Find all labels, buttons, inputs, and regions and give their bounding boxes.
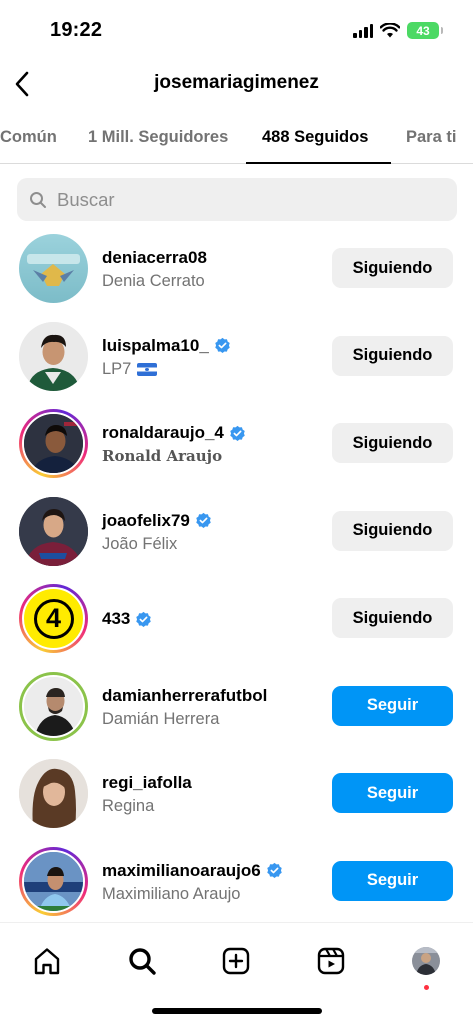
list-item[interactable]: 4 433 Siguiendo	[0, 576, 473, 664]
avatar[interactable]	[19, 409, 88, 478]
username-text[interactable]: luispalma10_	[102, 336, 209, 356]
avatar[interactable]	[19, 846, 88, 916]
list-item[interactable]: damianherrerafutbol Damián Herrera Segui…	[0, 664, 473, 752]
username-text[interactable]: regi_iafolla	[102, 773, 192, 793]
avatar-image	[27, 254, 80, 286]
avatar[interactable]	[19, 234, 88, 303]
active-tab-indicator	[246, 162, 391, 164]
list-item[interactable]: ronaldaraujo_4 Ronald Araujo Siguiendo	[0, 401, 473, 489]
username-text[interactable]: ronaldaraujo_4	[102, 423, 224, 443]
avatar-image	[19, 759, 88, 828]
avatar-image	[19, 321, 88, 391]
avatar[interactable]	[19, 496, 88, 566]
username-text[interactable]: maximilianoaraujo6	[102, 861, 261, 881]
following-button[interactable]: Siguiendo	[332, 248, 453, 288]
status-icons: 43	[353, 22, 443, 39]
reels-icon	[317, 947, 345, 975]
follow-button[interactable]: Seguir	[332, 685, 453, 726]
nav-create[interactable]	[212, 937, 260, 985]
profile-avatar-image	[412, 947, 440, 975]
username[interactable]: maximilianoaraujo6	[102, 860, 283, 882]
notification-dot	[424, 985, 429, 990]
avatar[interactable]: 4	[19, 584, 88, 653]
create-icon	[222, 947, 250, 975]
search-icon	[129, 948, 156, 975]
avatar[interactable]	[19, 759, 88, 828]
username[interactable]: 433	[102, 608, 152, 630]
verified-badge-icon	[230, 425, 245, 441]
full-name: LP7	[102, 360, 231, 379]
verified-badge-icon	[196, 512, 211, 528]
avatar-logo-text: 4	[45, 603, 62, 633]
username-text[interactable]: damianherrerafutbol	[102, 686, 267, 706]
tab-for-you[interactable]: Para ti	[406, 114, 456, 164]
avatar[interactable]	[19, 671, 88, 741]
nav-search[interactable]	[118, 937, 166, 985]
following-button[interactable]: Siguiendo	[332, 510, 453, 551]
username[interactable]: damianherrerafutbol	[102, 685, 267, 707]
full-name: Damián Herrera	[102, 709, 220, 728]
username-text[interactable]: deniacerra08	[102, 248, 207, 268]
following-button[interactable]: Siguiendo	[332, 598, 453, 638]
nav-profile[interactable]	[402, 937, 450, 990]
full-name: Regina	[102, 797, 155, 815]
battery-level: 43	[416, 23, 430, 38]
following-button[interactable]: Siguiendo	[332, 335, 453, 376]
full-name: Ronald Araujo	[102, 447, 223, 465]
avatar-image	[24, 851, 83, 911]
search-input[interactable]	[57, 188, 437, 211]
verified-badge-icon	[136, 611, 152, 627]
following-button[interactable]: Siguiendo	[332, 423, 453, 463]
nav-home[interactable]	[23, 937, 71, 985]
honduras-flag-icon	[137, 362, 158, 376]
username[interactable]: joaofelix79	[102, 510, 212, 532]
avatar[interactable]	[19, 321, 88, 391]
list-item[interactable]: joaofelix79 João Félix Siguiendo	[0, 489, 473, 577]
tab-following[interactable]: 488 Seguidos	[262, 114, 368, 164]
username-text[interactable]: joaofelix79	[102, 511, 190, 531]
list-item[interactable]: maximilianoaraujo6 Maximiliano Araujo Se…	[0, 839, 473, 927]
status-bar: 19:22 43	[0, 0, 473, 60]
home-icon	[34, 948, 60, 975]
username[interactable]: ronaldaraujo_4	[102, 422, 246, 444]
username-text[interactable]: 433	[102, 609, 130, 629]
username[interactable]: luispalma10_	[102, 335, 231, 357]
follow-button[interactable]: Seguir	[332, 773, 453, 813]
tab-followers[interactable]: 1 Mill. Seguidores	[88, 114, 228, 164]
battery-icon: 43	[407, 22, 443, 39]
header: josemariagimenez	[0, 60, 473, 110]
full-name-text: LP7	[102, 359, 132, 378]
list-item[interactable]: deniacerra08 Denia Cerrato Siguiendo	[0, 226, 473, 314]
page-title: josemariagimenez	[154, 72, 319, 93]
verified-badge-icon	[267, 862, 282, 878]
full-name: Denia Cerrato	[102, 272, 205, 290]
signal-icon	[353, 23, 373, 38]
profile-avatar	[412, 947, 440, 975]
search-bar[interactable]	[17, 178, 457, 221]
follow-button[interactable]: Seguir	[332, 860, 453, 901]
avatar-image	[24, 676, 83, 736]
search-icon	[30, 191, 46, 208]
status-time: 19:22	[50, 19, 103, 41]
username[interactable]: regi_iafolla	[102, 772, 192, 794]
full-name: Maximiliano Araujo	[102, 884, 241, 903]
avatar-logo: 4	[33, 598, 74, 639]
nav-reels[interactable]	[307, 937, 355, 985]
list-item[interactable]: luispalma10_ LP7 Siguiendo	[0, 314, 473, 402]
following-list: deniacerra08 Denia Cerrato Siguiendo lui…	[0, 226, 473, 926]
avatar-image	[24, 414, 83, 473]
full-name: João Félix	[102, 534, 178, 553]
verified-badge-icon	[215, 337, 230, 353]
avatar-image	[19, 496, 88, 566]
username[interactable]: deniacerra08	[102, 247, 207, 269]
tab-bar: Común 1 Mill. Seguidores 488 Seguidos Pa…	[0, 114, 473, 164]
tab-common[interactable]: Común	[0, 114, 57, 164]
wifi-icon	[380, 23, 400, 38]
list-item[interactable]: regi_iafolla Regina Seguir	[0, 751, 473, 839]
home-indicator	[152, 1008, 322, 1014]
